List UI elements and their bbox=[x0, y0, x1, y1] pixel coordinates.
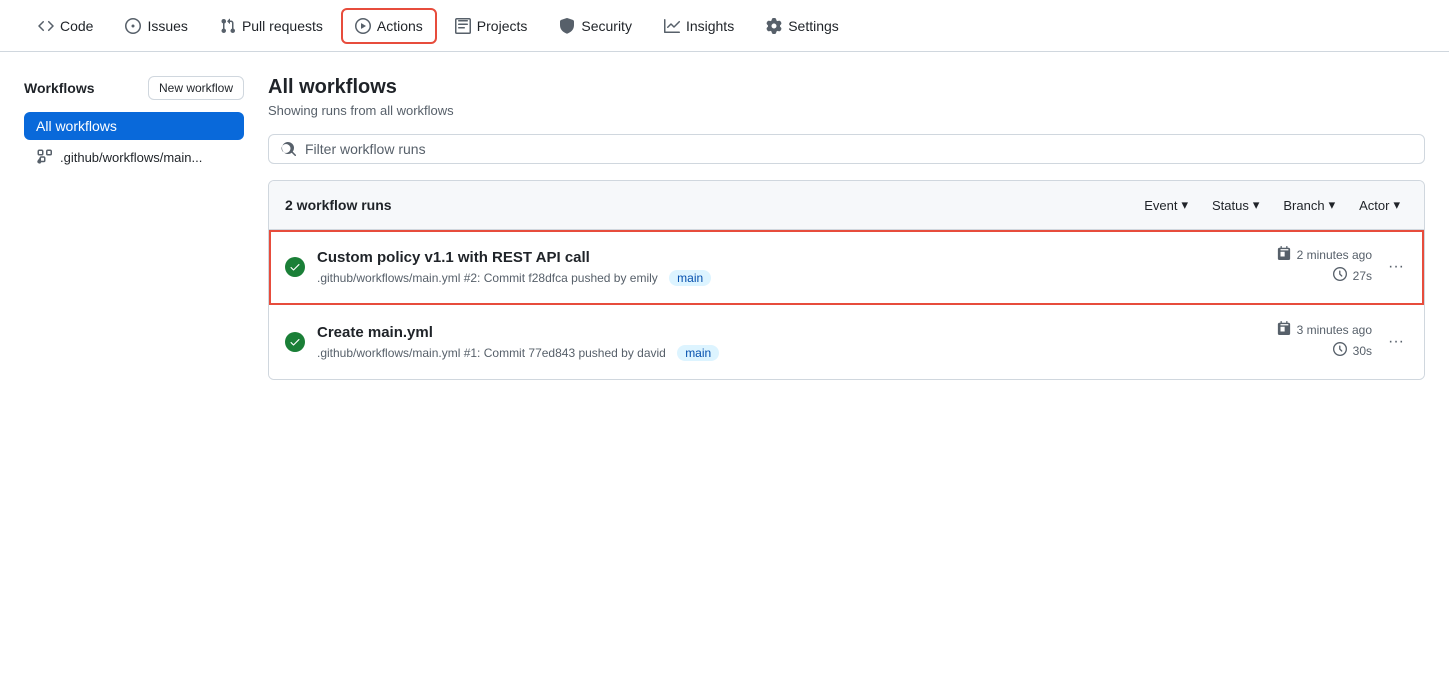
top-nav: Code Issues Pull requests Actions Projec… bbox=[0, 0, 1449, 52]
nav-pull-requests-label: Pull requests bbox=[242, 18, 323, 34]
run-duration-1: 27s bbox=[1353, 269, 1372, 283]
actor-filter-label: Actor bbox=[1359, 198, 1389, 213]
run-more-button-1[interactable]: ··· bbox=[1384, 254, 1408, 280]
run-name-2: Create main.yml bbox=[317, 324, 1242, 341]
run-name-1: Custom policy v1.1 with REST API call bbox=[317, 249, 1242, 266]
sidebar-title: Workflows bbox=[24, 80, 95, 96]
status-chevron-icon: ▾ bbox=[1253, 197, 1260, 213]
actor-chevron-icon: ▾ bbox=[1393, 197, 1400, 213]
run-time-ago-2: 3 minutes ago bbox=[1297, 323, 1372, 337]
nav-settings-label: Settings bbox=[788, 18, 839, 34]
run-info-2: Create main.yml .github/workflows/main.y… bbox=[317, 324, 1242, 361]
page-title: All workflows bbox=[268, 76, 1425, 99]
page-subtitle: Showing runs from all workflows bbox=[268, 103, 1425, 118]
run-duration-row-1: 27s bbox=[1242, 267, 1372, 284]
sidebar-item-all-workflows[interactable]: All workflows bbox=[24, 112, 244, 140]
new-workflow-button[interactable]: New workflow bbox=[148, 76, 244, 100]
nav-code-label: Code bbox=[60, 18, 93, 34]
branch-badge-1: main bbox=[669, 270, 711, 286]
code-icon bbox=[38, 18, 54, 34]
run-duration-2: 30s bbox=[1353, 344, 1372, 358]
actions-icon bbox=[355, 18, 371, 34]
success-check-circle-1 bbox=[285, 257, 305, 277]
actor-filter-button[interactable]: Actor ▾ bbox=[1351, 193, 1408, 217]
run-duration-row-2: 30s bbox=[1242, 342, 1372, 359]
branch-chevron-icon: ▾ bbox=[1329, 197, 1336, 213]
sidebar-workflow-item-label: .github/workflows/main... bbox=[60, 150, 202, 165]
runs-filters: Event ▾ Status ▾ Branch ▾ Actor ▾ bbox=[1136, 193, 1408, 217]
run-time-ago-1: 2 minutes ago bbox=[1297, 248, 1372, 262]
nav-projects-label: Projects bbox=[477, 18, 528, 34]
branch-filter-button[interactable]: Branch ▾ bbox=[1275, 193, 1343, 217]
workflow-runs-table: 2 workflow runs Event ▾ Status ▾ Branch … bbox=[268, 180, 1425, 380]
run-row-2[interactable]: Create main.yml .github/workflows/main.y… bbox=[269, 305, 1424, 379]
run-row-1[interactable]: Custom policy v1.1 with REST API call .g… bbox=[269, 230, 1424, 305]
nav-insights-label: Insights bbox=[686, 18, 734, 34]
nav-pull-requests[interactable]: Pull requests bbox=[206, 8, 337, 44]
run-timing-1: 2 minutes ago 27s bbox=[1242, 246, 1372, 288]
clock-icon-2 bbox=[1333, 342, 1347, 359]
nav-actions[interactable]: Actions bbox=[341, 8, 437, 44]
event-chevron-icon: ▾ bbox=[1181, 197, 1188, 213]
run-more-button-2[interactable]: ··· bbox=[1384, 329, 1408, 355]
search-bar bbox=[268, 134, 1425, 164]
calendar-icon-1 bbox=[1277, 246, 1291, 263]
pull-request-icon bbox=[220, 18, 236, 34]
run-status-icon-2 bbox=[285, 332, 305, 352]
nav-projects[interactable]: Projects bbox=[441, 8, 542, 44]
search-input[interactable] bbox=[305, 141, 1412, 157]
clock-icon-1 bbox=[1333, 267, 1347, 284]
run-status-icon-1 bbox=[285, 257, 305, 277]
settings-icon bbox=[766, 18, 782, 34]
insights-icon bbox=[664, 18, 680, 34]
nav-security[interactable]: Security bbox=[545, 8, 646, 44]
nav-issues[interactable]: Issues bbox=[111, 8, 201, 44]
run-meta-1: .github/workflows/main.yml #2: Commit f2… bbox=[317, 270, 1242, 286]
nav-issues-label: Issues bbox=[147, 18, 187, 34]
issues-icon bbox=[125, 18, 141, 34]
main-container: Workflows New workflow All workflows .gi… bbox=[0, 52, 1449, 683]
run-meta-text-1: .github/workflows/main.yml #2: Commit f2… bbox=[317, 271, 658, 285]
sidebar-item-main-workflow[interactable]: .github/workflows/main... bbox=[24, 142, 244, 173]
run-timing-2: 3 minutes ago 30s bbox=[1242, 321, 1372, 363]
run-time-ago-row-2: 3 minutes ago bbox=[1242, 321, 1372, 338]
success-check-circle-2 bbox=[285, 332, 305, 352]
branch-filter-label: Branch bbox=[1283, 198, 1324, 213]
run-time-ago-row-1: 2 minutes ago bbox=[1242, 246, 1372, 263]
branch-badge-2: main bbox=[677, 345, 719, 361]
security-icon bbox=[559, 18, 575, 34]
main-content: All workflows Showing runs from all work… bbox=[268, 76, 1425, 659]
nav-code[interactable]: Code bbox=[24, 8, 107, 44]
status-filter-button[interactable]: Status ▾ bbox=[1204, 193, 1267, 217]
run-info-1: Custom policy v1.1 with REST API call .g… bbox=[317, 249, 1242, 286]
run-meta-2: .github/workflows/main.yml #1: Commit 77… bbox=[317, 345, 1242, 361]
event-filter-label: Event bbox=[1144, 198, 1177, 213]
runs-table-header: 2 workflow runs Event ▾ Status ▾ Branch … bbox=[269, 181, 1424, 230]
nav-settings[interactable]: Settings bbox=[752, 8, 853, 44]
workflow-file-icon bbox=[36, 148, 52, 167]
sidebar: Workflows New workflow All workflows .gi… bbox=[24, 76, 244, 659]
nav-actions-label: Actions bbox=[377, 18, 423, 34]
projects-icon bbox=[455, 18, 471, 34]
sidebar-header: Workflows New workflow bbox=[24, 76, 244, 100]
nav-security-label: Security bbox=[581, 18, 632, 34]
calendar-icon-2 bbox=[1277, 321, 1291, 338]
search-icon bbox=[281, 141, 297, 157]
runs-count: 2 workflow runs bbox=[285, 197, 392, 213]
run-meta-text-2: .github/workflows/main.yml #1: Commit 77… bbox=[317, 346, 666, 360]
event-filter-button[interactable]: Event ▾ bbox=[1136, 193, 1196, 217]
nav-insights[interactable]: Insights bbox=[650, 8, 748, 44]
status-filter-label: Status bbox=[1212, 198, 1249, 213]
